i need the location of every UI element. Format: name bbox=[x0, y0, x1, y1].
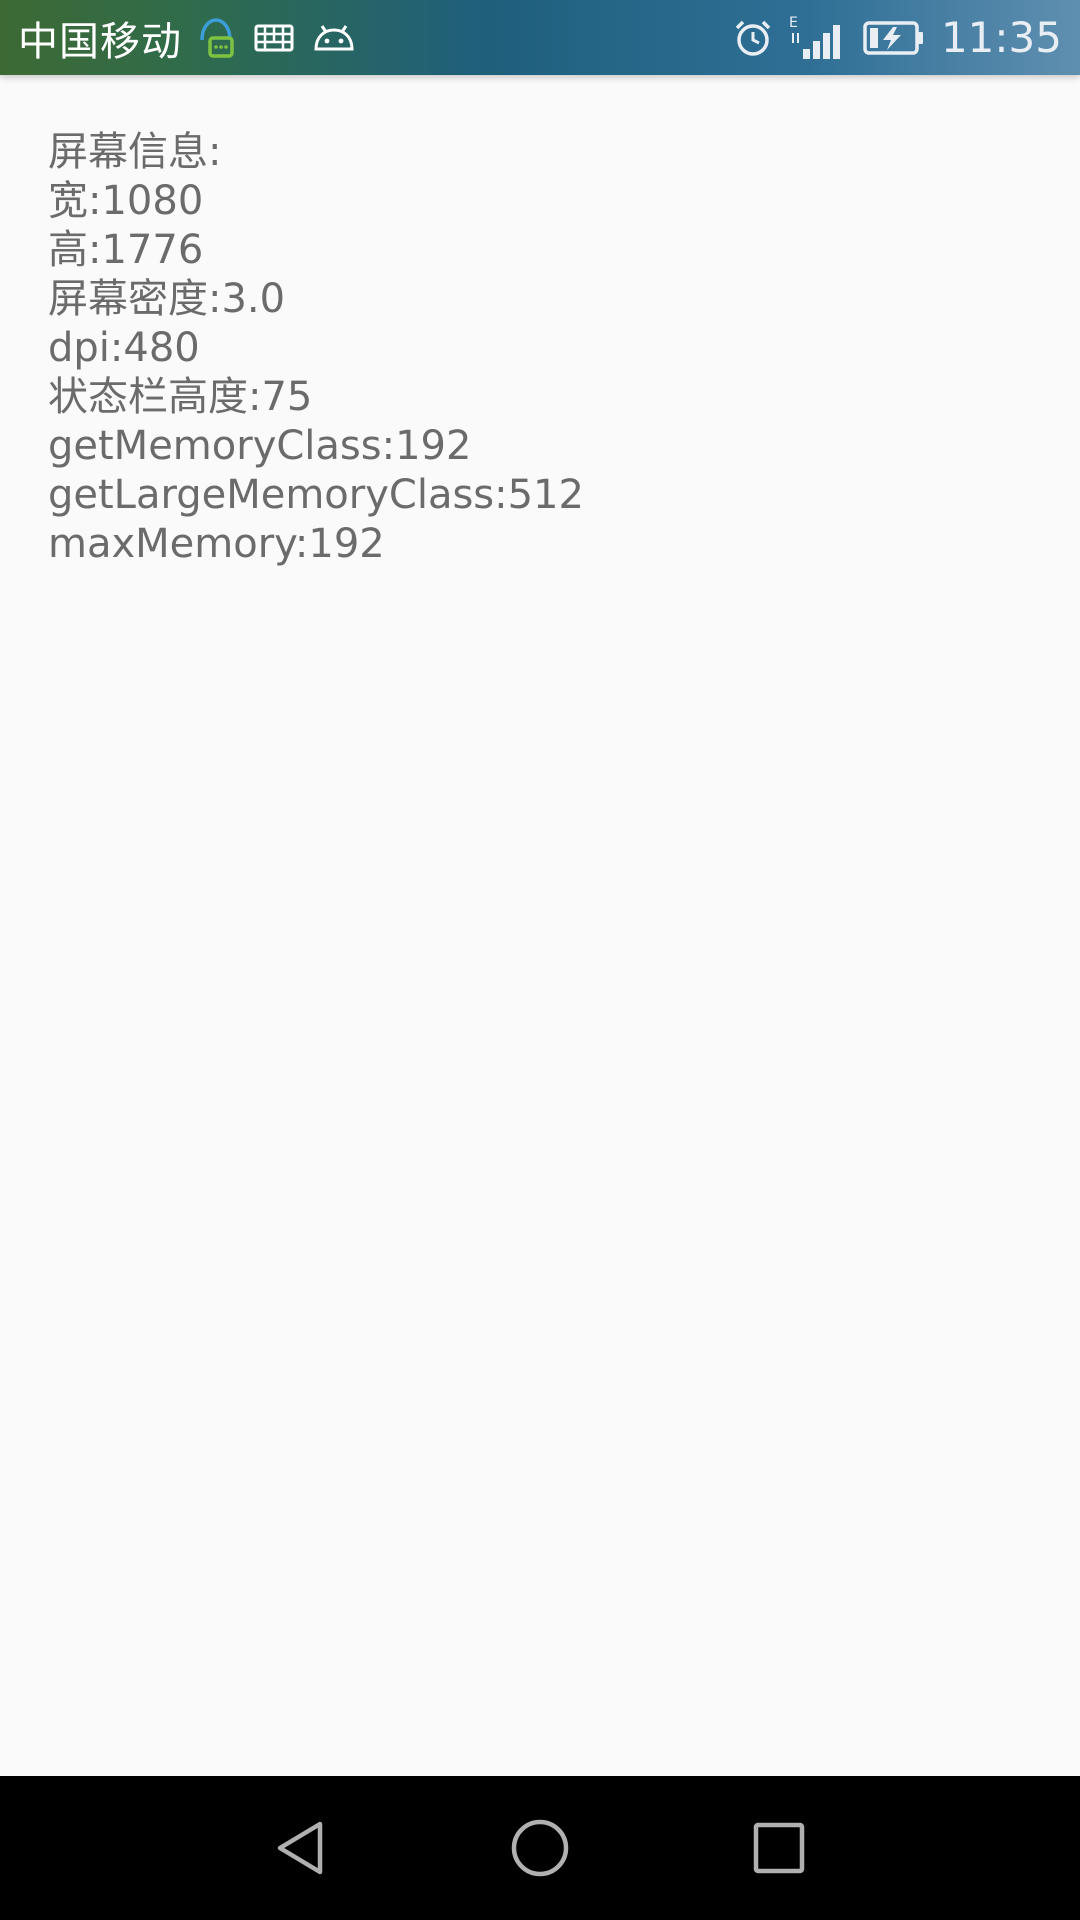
carrier-name: 中国移动 bbox=[18, 18, 182, 65]
android-icon bbox=[312, 23, 356, 53]
status-right: E 11:35 bbox=[719, 0, 1062, 75]
back-icon bbox=[277, 1821, 323, 1875]
status-clock: 11:35 bbox=[940, 13, 1062, 62]
screen-width-text: 宽:1080 bbox=[48, 178, 204, 224]
alarm-icon bbox=[733, 18, 773, 58]
dpi-text: dpi:480 bbox=[48, 325, 200, 371]
screen-density-text: 屏幕密度:3.0 bbox=[48, 276, 286, 322]
battery-charging-icon bbox=[863, 20, 925, 56]
network-type-label: E bbox=[789, 15, 798, 31]
screen: 中国移动 E 11:35 屏幕信息: 宽:1080 高:1776 屏幕密度:3.… bbox=[0, 0, 1080, 1920]
status-left: 中国移动 bbox=[18, 0, 356, 75]
recents-button[interactable] bbox=[743, 1812, 815, 1884]
status-bar-height-text: 状态栏高度:75 bbox=[48, 374, 313, 420]
screen-height-text: 高:1776 bbox=[48, 227, 204, 273]
signal-icon: E bbox=[787, 13, 845, 63]
memory-class-text: getMemoryClass:192 bbox=[48, 423, 472, 469]
chat-notification-icon bbox=[196, 16, 236, 60]
home-icon bbox=[511, 1819, 569, 1877]
keyboard-icon bbox=[254, 23, 294, 53]
screen-info-header: 屏幕信息: bbox=[48, 129, 222, 175]
recents-icon bbox=[753, 1822, 805, 1874]
screen-info-panel: 屏幕信息: 宽:1080 高:1776 屏幕密度:3.0 dpi:480 状态栏… bbox=[48, 128, 1028, 569]
large-memory-class-text: getLargeMemoryClass:512 bbox=[48, 472, 584, 518]
back-button[interactable] bbox=[266, 1812, 338, 1884]
navigation-bar bbox=[0, 1776, 1080, 1920]
max-memory-text: maxMemory:192 bbox=[48, 521, 385, 567]
home-button[interactable] bbox=[504, 1812, 576, 1884]
status-bar: 中国移动 E 11:35 bbox=[0, 0, 1080, 75]
